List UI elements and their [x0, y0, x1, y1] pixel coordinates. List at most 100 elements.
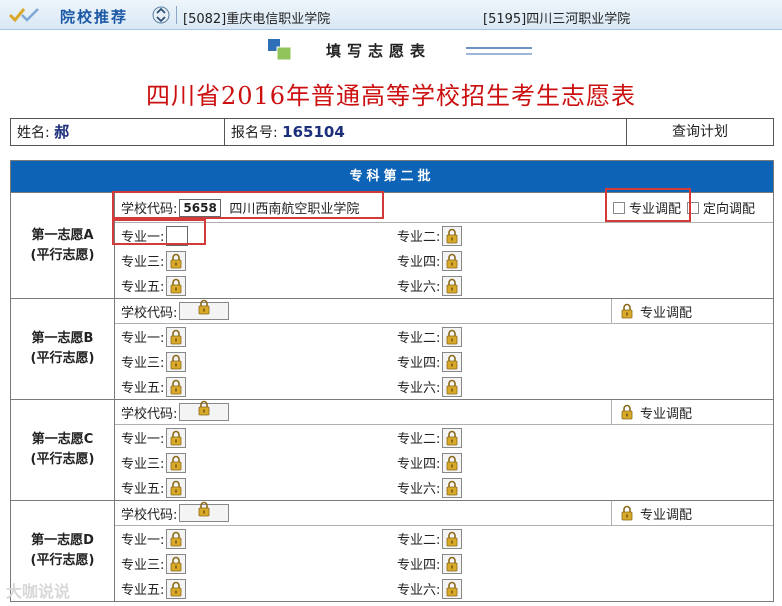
- major-1-label: 专业一:: [121, 432, 165, 447]
- lock-icon: [442, 578, 463, 599]
- lock-icon: [621, 303, 633, 319]
- lock-icon: [621, 404, 633, 420]
- lock-icon: [442, 528, 463, 549]
- candidate-info: 姓名: 郝 报名号: 165104 查询计划: [10, 118, 774, 146]
- lock-icon: [442, 250, 463, 271]
- lock-icon: [166, 578, 187, 599]
- major-row: 专业一: 专业二:: [115, 223, 773, 248]
- major-5-label: 专业五:: [121, 482, 165, 497]
- page-title: 四川省2016年普通高等学校招生考生志愿表: [145, 82, 637, 110]
- lock-icon: [442, 376, 463, 397]
- school-row: 学校代码: 5658 四川西南航空职业学院 专业调配 定向调配: [115, 193, 773, 223]
- choice-title: 第一志愿B: [31, 331, 94, 346]
- choice-subtitle: (平行志愿): [30, 247, 95, 263]
- lock-icon: [442, 225, 463, 246]
- major-row: 专业三: 专业四:: [115, 450, 773, 475]
- recommend-link-a[interactable]: [5082]重庆电信职业学院: [183, 8, 330, 27]
- choice-title: 第一志愿A: [31, 227, 94, 243]
- directed-adjust-checkbox[interactable]: [687, 201, 700, 214]
- query-plan-button[interactable]: 查询计划: [627, 119, 773, 145]
- directed-adjust-label: 定向调配: [703, 202, 756, 217]
- separator: [176, 6, 177, 24]
- lock-icon: [179, 501, 230, 522]
- watermark: 大咖说说: [6, 582, 71, 601]
- checkmark-icon: [8, 8, 39, 23]
- lock-icon: [179, 400, 230, 421]
- choice-label: 第一志愿B (平行志愿): [11, 299, 115, 399]
- lock-icon: [166, 477, 187, 498]
- choice-b: 第一志愿B (平行志愿) 学校代码: 专业调配 专业一: 专业二: 专业三: 专…: [11, 299, 773, 400]
- school-row: 学校代码: 专业调配: [115, 400, 773, 425]
- lock-icon: [179, 299, 230, 320]
- choice-title: 第一志愿D: [31, 533, 94, 548]
- choice-title: 第一志愿C: [31, 432, 94, 447]
- major-adjust-checkbox[interactable]: [613, 201, 625, 214]
- lock-icon: [166, 553, 187, 574]
- choice-label: 第一志愿A (平行志愿): [11, 193, 115, 298]
- major-2-label: 专业二:: [397, 432, 441, 447]
- lock-icon: [442, 427, 463, 448]
- major-row: 专业三: 专业四:: [115, 551, 773, 576]
- major-row: 专业五: 专业六:: [115, 374, 773, 399]
- major-6-label: 专业六:: [397, 280, 441, 295]
- major-row: 专业三: 专业四:: [115, 248, 773, 273]
- major-adjust-label: 专业调配: [640, 305, 693, 321]
- major-1-input[interactable]: [166, 225, 189, 246]
- lock-icon: [442, 326, 463, 347]
- lock-icon: [166, 452, 187, 473]
- lock-icon: [166, 326, 187, 347]
- school-code-label: 学校代码:: [121, 406, 178, 422]
- school-name: 四川西南航空职业学院: [229, 202, 360, 217]
- major-6-label: 专业六:: [397, 381, 441, 396]
- major-2-label: 专业二:: [397, 533, 441, 548]
- major-row: 专业一: 专业二:: [115, 324, 773, 349]
- scroll-arrows-icon[interactable]: [152, 4, 170, 26]
- major-adjust-label: 专业调配: [629, 202, 682, 217]
- major-row: 专业五: 专业六:: [115, 475, 773, 500]
- major-6-label: 专业六:: [397, 482, 441, 497]
- lock-icon: [442, 351, 463, 372]
- batch-header: 专科第二批: [11, 161, 773, 193]
- recommend-title: 院校推荐: [60, 8, 129, 26]
- lock-icon: [442, 553, 463, 574]
- major-row: 专业五: 专业六:: [115, 576, 773, 601]
- choice-body: 学校代码: 专业调配 专业一: 专业二: 专业三: 专业四: 专业五: 专业六:: [115, 299, 773, 399]
- major-2-label: 专业二:: [397, 230, 441, 245]
- major-3-label: 专业三:: [121, 356, 165, 371]
- choice-subtitle: (平行志愿): [30, 553, 95, 568]
- choice-subtitle: (平行志愿): [30, 452, 95, 467]
- lock-icon: [442, 275, 463, 296]
- lock-icon: [166, 427, 187, 448]
- major-adjust-label: 专业调配: [640, 406, 693, 422]
- major-1-label: 专业一:: [121, 331, 165, 346]
- choice-subtitle: (平行志愿): [30, 351, 95, 366]
- major-5-label: 专业五:: [121, 280, 165, 295]
- batch-table: 专科第二批 第一志愿A (平行志愿) 学校代码: 5658 四川西南航空职业学院…: [10, 160, 774, 602]
- choice-body: 学校代码: 5658 四川西南航空职业学院 专业调配 定向调配 专业一: 专业二…: [115, 193, 773, 298]
- lock-icon: [166, 528, 187, 549]
- name-value: 郝: [54, 123, 70, 141]
- lock-icon: [166, 351, 187, 372]
- adjust-options: 专业调配: [611, 299, 692, 323]
- school-code-input[interactable]: 5658: [179, 198, 222, 217]
- adjust-options: 专业调配: [611, 501, 692, 525]
- choice-d: 第一志愿D (平行志愿) 学校代码: 专业调配 专业一: 专业二: 专业三: 专…: [11, 501, 773, 602]
- major-1-label: 专业一:: [121, 230, 165, 245]
- form-icon: [268, 39, 292, 61]
- recommend-link-b[interactable]: [5195]四川三河职业学院: [483, 8, 630, 27]
- decorative-lines-icon: [466, 47, 532, 55]
- choice-label: 第一志愿C (平行志愿): [11, 400, 115, 500]
- adjust-options: 专业调配: [611, 400, 692, 424]
- school-code-group: 学校代码: 5658 四川西南航空职业学院: [121, 198, 359, 217]
- major-5-label: 专业五:: [121, 583, 165, 598]
- school-row: 学校代码: 专业调配: [115, 501, 773, 526]
- major-5-label: 专业五:: [121, 381, 165, 396]
- major-row: 专业三: 专业四:: [115, 349, 773, 374]
- lock-icon: [621, 505, 633, 521]
- lock-icon: [442, 452, 463, 473]
- lock-icon: [166, 250, 187, 271]
- name-label: 姓名:: [17, 125, 50, 141]
- major-adjust-label: 专业调配: [640, 507, 693, 523]
- major-row: 专业五: 专业六:: [115, 273, 773, 298]
- major-3-label: 专业三:: [121, 558, 165, 573]
